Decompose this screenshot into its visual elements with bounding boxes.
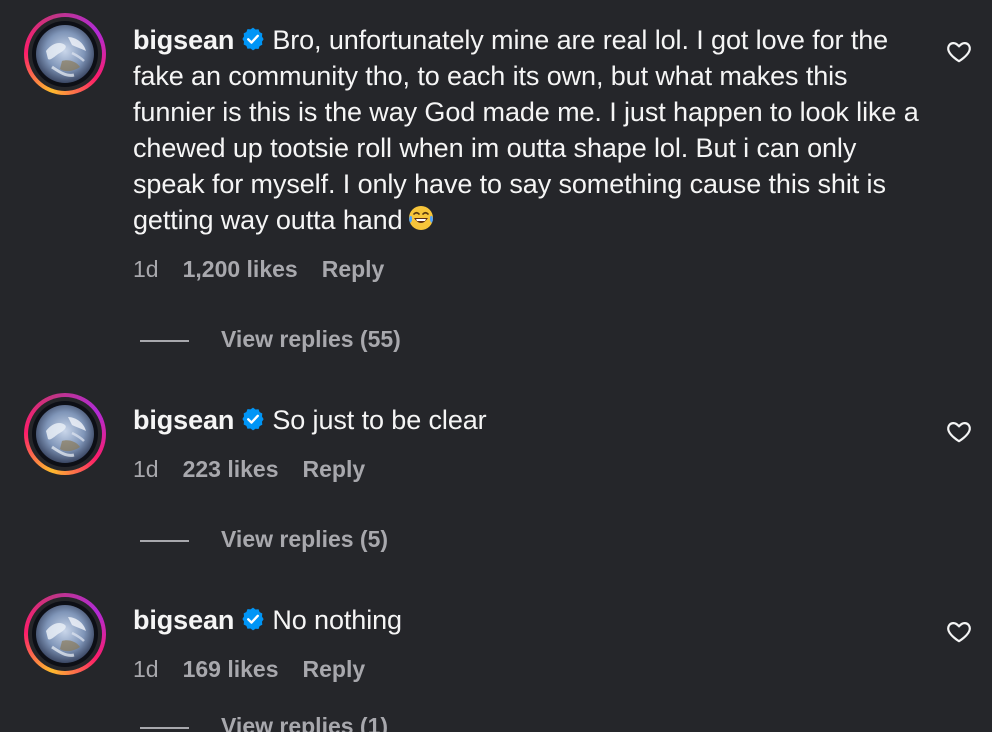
reply-button[interactable]: Reply [322,256,385,282]
replies-divider [140,539,189,542]
comment-time: 1d [133,656,159,682]
username[interactable]: bigsean [133,605,234,635]
view-replies-button[interactable]: View replies (5) [140,526,388,553]
earth-avatar-icon [32,401,98,467]
heart-outline-icon[interactable] [946,619,972,645]
comment-text: No nothing [272,605,402,635]
face-with-tears-of-joy-icon [407,204,435,232]
comment-body: bigsean No nothing [133,602,923,638]
replies-divider [140,726,189,729]
reply-button[interactable]: Reply [303,656,366,682]
view-replies-label: View replies (5) [221,526,389,552]
like-count[interactable]: 169 likes [183,656,279,682]
avatar[interactable] [24,393,106,475]
comment-time: 1d [133,456,159,482]
comment-meta: 1d 1,200 likes Reply [133,256,408,283]
like-count[interactable]: 1,200 likes [183,256,298,282]
username[interactable]: bigsean [133,25,234,55]
comment-text: So just to be clear [272,405,487,435]
comment-body: bigsean Bro, unfortunately mine are real … [133,22,923,238]
view-replies-button[interactable]: View replies (55) [140,326,401,353]
reply-button[interactable]: Reply [303,456,366,482]
like-count[interactable]: 223 likes [183,456,279,482]
comments-list: bigsean Bro, unfortunately mine are real … [0,0,992,732]
verified-badge-icon [240,606,266,632]
verified-badge-icon [240,26,266,52]
comment-time: 1d [133,256,159,282]
comment-body: bigsean So just to be clear [133,402,923,438]
verified-badge-icon [240,406,266,432]
avatar-gap [28,17,102,91]
heart-outline-icon[interactable] [946,39,972,65]
avatar-gap [28,597,102,671]
view-replies-label: View replies (1) [221,713,389,732]
avatar[interactable] [24,13,106,95]
heart-outline-icon[interactable] [946,419,972,445]
view-replies-label: View replies (55) [221,326,401,352]
comment-meta: 1d 169 likes Reply [133,656,389,683]
username[interactable]: bigsean [133,405,234,435]
avatar[interactable] [24,593,106,675]
comment-text: Bro, unfortunately mine are real lol. I … [133,25,919,235]
earth-avatar-icon [32,601,98,667]
earth-avatar-icon [32,21,98,87]
comment-meta: 1d 223 likes Reply [133,456,389,483]
view-replies-button[interactable]: View replies (1) [140,713,388,732]
avatar-gap [28,397,102,471]
replies-divider [140,339,189,342]
